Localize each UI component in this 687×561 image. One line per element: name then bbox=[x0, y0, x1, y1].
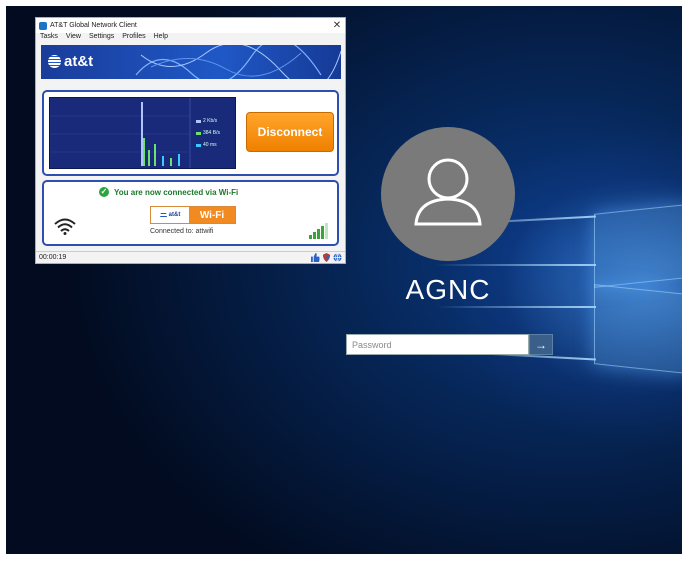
menu-item-help[interactable]: Help bbox=[154, 33, 168, 44]
connection-panel: ✓ You are now connected via Wi-Fi at&t W… bbox=[42, 180, 339, 246]
menu-item-view[interactable]: View bbox=[66, 33, 81, 44]
connection-status-text: You are now connected via Wi-Fi bbox=[114, 187, 239, 197]
app-icon bbox=[39, 21, 47, 30]
windows-logo-pane bbox=[594, 284, 682, 374]
legend-swatch bbox=[196, 119, 201, 123]
legend-label: 384 B/s bbox=[203, 130, 220, 136]
legend-label: 40 ms bbox=[203, 142, 217, 148]
password-input[interactable]: Password bbox=[346, 334, 529, 355]
legend-swatch bbox=[196, 131, 201, 135]
banner-swoosh-graphic bbox=[135, 45, 341, 79]
status-bar: 00:00:19 bbox=[36, 251, 345, 264]
thumbs-up-icon[interactable] bbox=[311, 253, 320, 262]
legend-bytes: 384 B/s bbox=[196, 130, 220, 136]
light-beam bbox=[436, 264, 596, 266]
connected-network: Connected to: attwifi bbox=[150, 228, 214, 235]
legend-throughput: 2 Kb/s bbox=[196, 118, 217, 124]
signal-strength-icon bbox=[309, 223, 328, 239]
light-beam bbox=[436, 306, 596, 308]
menu-item-profiles[interactable]: Profiles bbox=[122, 33, 145, 44]
connection-status: ✓ You are now connected via Wi-Fi bbox=[99, 187, 238, 197]
user-avatar[interactable] bbox=[381, 127, 515, 261]
disconnect-button[interactable]: Disconnect bbox=[246, 112, 334, 152]
traffic-graph: 2 Kb/s 384 B/s 40 ms bbox=[49, 97, 236, 169]
menu-bar: Tasks View Settings Profiles Help bbox=[36, 33, 345, 44]
att-banner: at&t bbox=[41, 45, 341, 79]
close-button[interactable]: ✕ bbox=[329, 20, 345, 31]
legend-swatch bbox=[196, 143, 201, 147]
username-label: AGNC bbox=[405, 274, 491, 305]
badge-att-text: at&t bbox=[168, 212, 181, 218]
window-title: AT&T Global Network Client bbox=[50, 22, 137, 29]
menu-item-settings[interactable]: Settings bbox=[89, 33, 114, 44]
checkmark-icon: ✓ bbox=[99, 187, 109, 197]
menu-item-tasks[interactable]: Tasks bbox=[40, 33, 58, 44]
traffic-panel: 2 Kb/s 384 B/s 40 ms Disconnect bbox=[42, 90, 339, 176]
badge-att: at&t bbox=[151, 207, 189, 223]
agnc-client-window: AT&T Global Network Client ✕ Tasks View … bbox=[35, 17, 346, 264]
status-icons bbox=[309, 253, 342, 262]
legend-label: 2 Kb/s bbox=[203, 118, 218, 124]
shield-icon[interactable] bbox=[322, 253, 331, 262]
legend-latency: 40 ms bbox=[196, 142, 217, 148]
submit-arrow-button[interactable]: → bbox=[529, 334, 553, 355]
wifi-icon bbox=[54, 218, 76, 235]
windows-logo-pane bbox=[594, 204, 682, 288]
badge-wifi: Wi-Fi bbox=[189, 207, 235, 223]
window-titlebar[interactable]: AT&T Global Network Client ✕ bbox=[36, 18, 345, 33]
globe-icon[interactable] bbox=[333, 253, 342, 262]
user-icon bbox=[414, 158, 482, 226]
att-globe-icon bbox=[159, 211, 167, 219]
wifi-network-badge: at&t Wi-Fi bbox=[150, 206, 236, 224]
connection-timer: 00:00:19 bbox=[39, 254, 67, 261]
